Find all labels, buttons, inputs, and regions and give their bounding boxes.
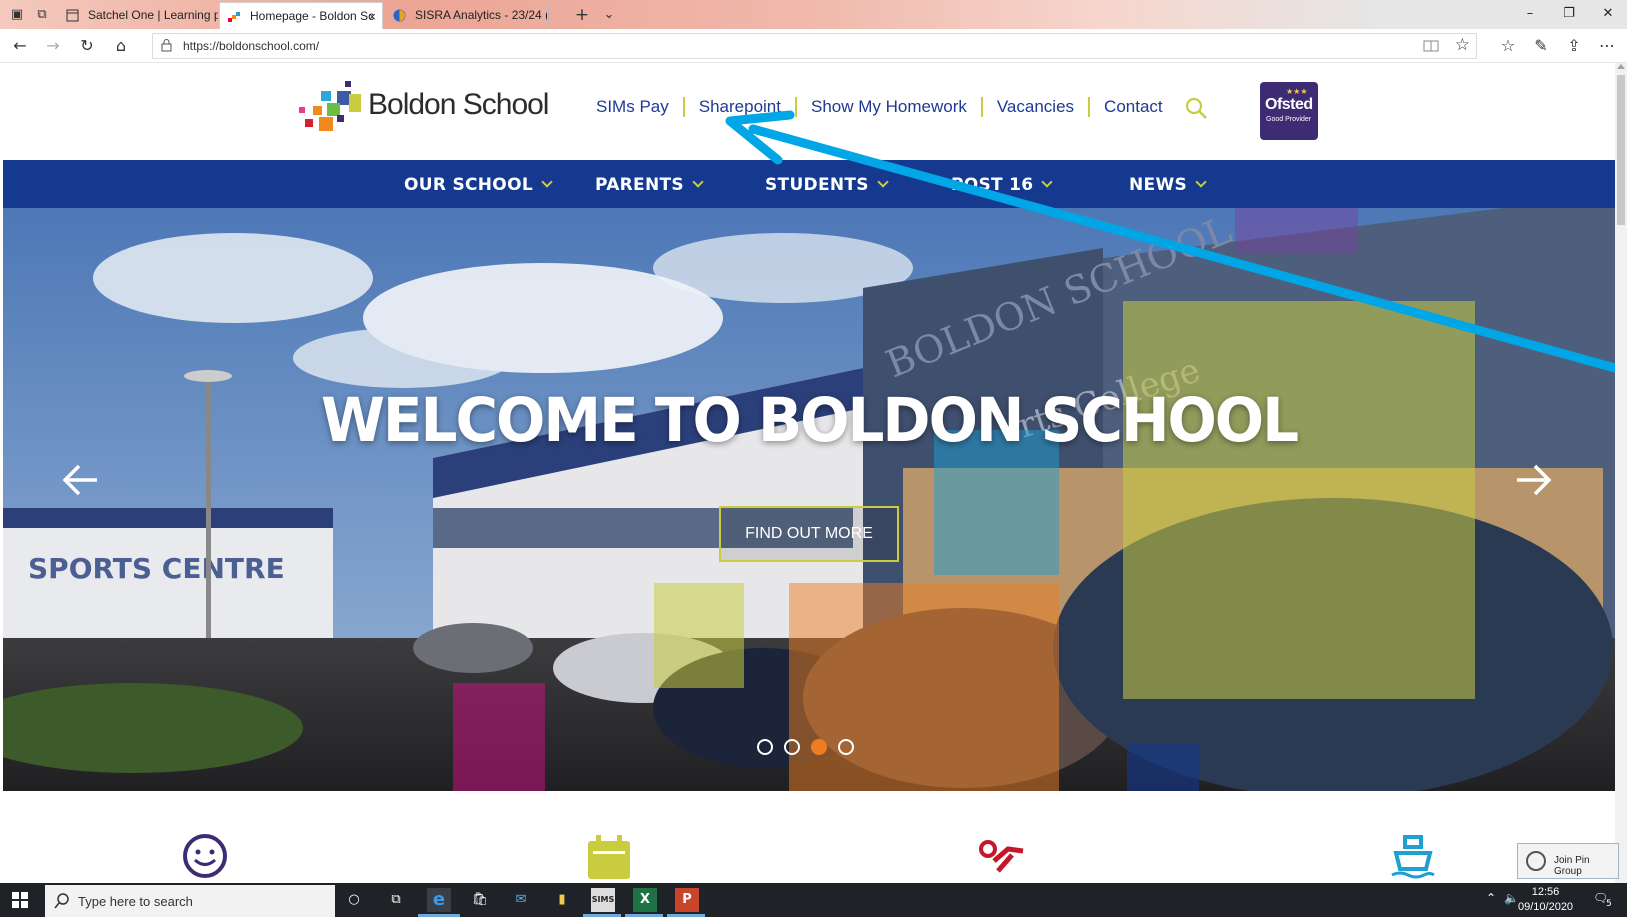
- favorite-star-icon[interactable]: ☆: [1455, 35, 1470, 55]
- share-icon[interactable]: ⇪: [1563, 35, 1585, 57]
- taskbar-clock[interactable]: 12:56 09/10/2020: [1518, 885, 1573, 915]
- web-note-pen-icon[interactable]: ✎: [1530, 35, 1552, 57]
- set-tabs-aside-icon[interactable]: ⧉: [33, 6, 51, 24]
- forward-arrow-icon[interactable]: →: [42, 35, 64, 57]
- tab-satchel-one[interactable]: Satchel One | Learning platf: [58, 2, 218, 29]
- lock-icon: [161, 39, 172, 52]
- clock-time: 12:56: [1531, 886, 1560, 898]
- home-icon[interactable]: ⌂: [110, 35, 132, 57]
- url-text: https://boldonschool.com/: [183, 39, 320, 53]
- cortana-circle-icon[interactable]: ○: [342, 888, 366, 912]
- task-view-icon[interactable]: ⧉: [384, 888, 408, 912]
- powerpoint-icon[interactable]: P: [675, 888, 699, 912]
- tab-title: SISRA Analytics - 23/24 (Cur: [415, 8, 547, 22]
- page-scrollbar[interactable]: [1615, 63, 1627, 883]
- reading-view-icon[interactable]: [1422, 37, 1440, 55]
- join-pin-group-widget[interactable]: Join Pin Group: [1517, 843, 1619, 879]
- edge-browser-icon[interactable]: e: [427, 888, 451, 912]
- minimize-icon[interactable]: –: [1519, 4, 1541, 24]
- show-hidden-icons-chevron-icon[interactable]: ⌃: [1486, 891, 1496, 905]
- search-icon: [54, 893, 69, 909]
- tab-title: Satchel One | Learning platf: [88, 8, 218, 22]
- file-explorer-icon[interactable]: ▮: [550, 888, 574, 912]
- windows-taskbar: Type here to search ○ ⧉ e 🛍 ✉ ▮ SIMS X P…: [0, 883, 1627, 917]
- address-bar[interactable]: https://boldonschool.com/ ☆: [152, 33, 1477, 59]
- sisra-favicon-icon: [393, 9, 406, 22]
- join-pin-group-label: Join Pin Group: [1554, 855, 1590, 877]
- windows-start-icon[interactable]: [12, 892, 28, 908]
- tab-separator: [548, 4, 549, 26]
- clock-date: 09/10/2020: [1518, 901, 1574, 913]
- web-page: Boldon School SIMs Pay Sharepoint Show M…: [3, 63, 1615, 883]
- page-icon: [66, 9, 79, 22]
- excel-icon[interactable]: X: [633, 888, 657, 912]
- more-menu-icon[interactable]: ⋯: [1596, 35, 1618, 57]
- browser-tab-bar: ▣ ⧉ Satchel One | Learning platf Homepag…: [0, 0, 1627, 29]
- restore-icon[interactable]: ❐: [1558, 4, 1580, 24]
- refresh-icon[interactable]: ↻: [76, 35, 98, 57]
- store-bag-icon[interactable]: 🛍: [468, 888, 492, 912]
- boldon-favicon-icon: [228, 12, 240, 22]
- back-arrow-icon[interactable]: ←: [9, 35, 31, 57]
- mail-icon[interactable]: ✉: [509, 888, 533, 912]
- taskbar-search-placeholder: Type here to search: [78, 894, 193, 909]
- sims-app-icon[interactable]: SIMS: [591, 888, 615, 912]
- browser-toolbar: ← → ↻ ⌂ https://boldonschool.com/ ☆ ☆ ✎ …: [0, 29, 1627, 63]
- notification-count-badge: 5: [1606, 899, 1612, 909]
- new-tab-button[interactable]: +: [573, 6, 591, 24]
- user-icon: [1526, 851, 1546, 871]
- favorites-list-icon[interactable]: ☆: [1497, 35, 1519, 57]
- tab-sisra-analytics[interactable]: SISRA Analytics - 23/24 (Cur: [385, 2, 547, 29]
- scroll-thumb[interactable]: [1617, 75, 1625, 225]
- volume-icon[interactable]: 🔈: [1504, 891, 1519, 905]
- scroll-up-icon[interactable]: [1617, 64, 1625, 69]
- tab-list-chevron-icon[interactable]: ⌄: [600, 6, 618, 24]
- tab-title: Homepage - Boldon Sc: [250, 9, 375, 23]
- annotation-arrow: [725, 110, 1615, 373]
- taskbar-search-box[interactable]: Type here to search: [45, 885, 335, 917]
- tab-boldon-homepage[interactable]: Homepage - Boldon Sc ×: [219, 2, 383, 29]
- close-tab-icon[interactable]: ×: [368, 3, 376, 29]
- close-window-icon[interactable]: ✕: [1597, 4, 1619, 24]
- tab-actions-icon[interactable]: ▣: [8, 6, 26, 24]
